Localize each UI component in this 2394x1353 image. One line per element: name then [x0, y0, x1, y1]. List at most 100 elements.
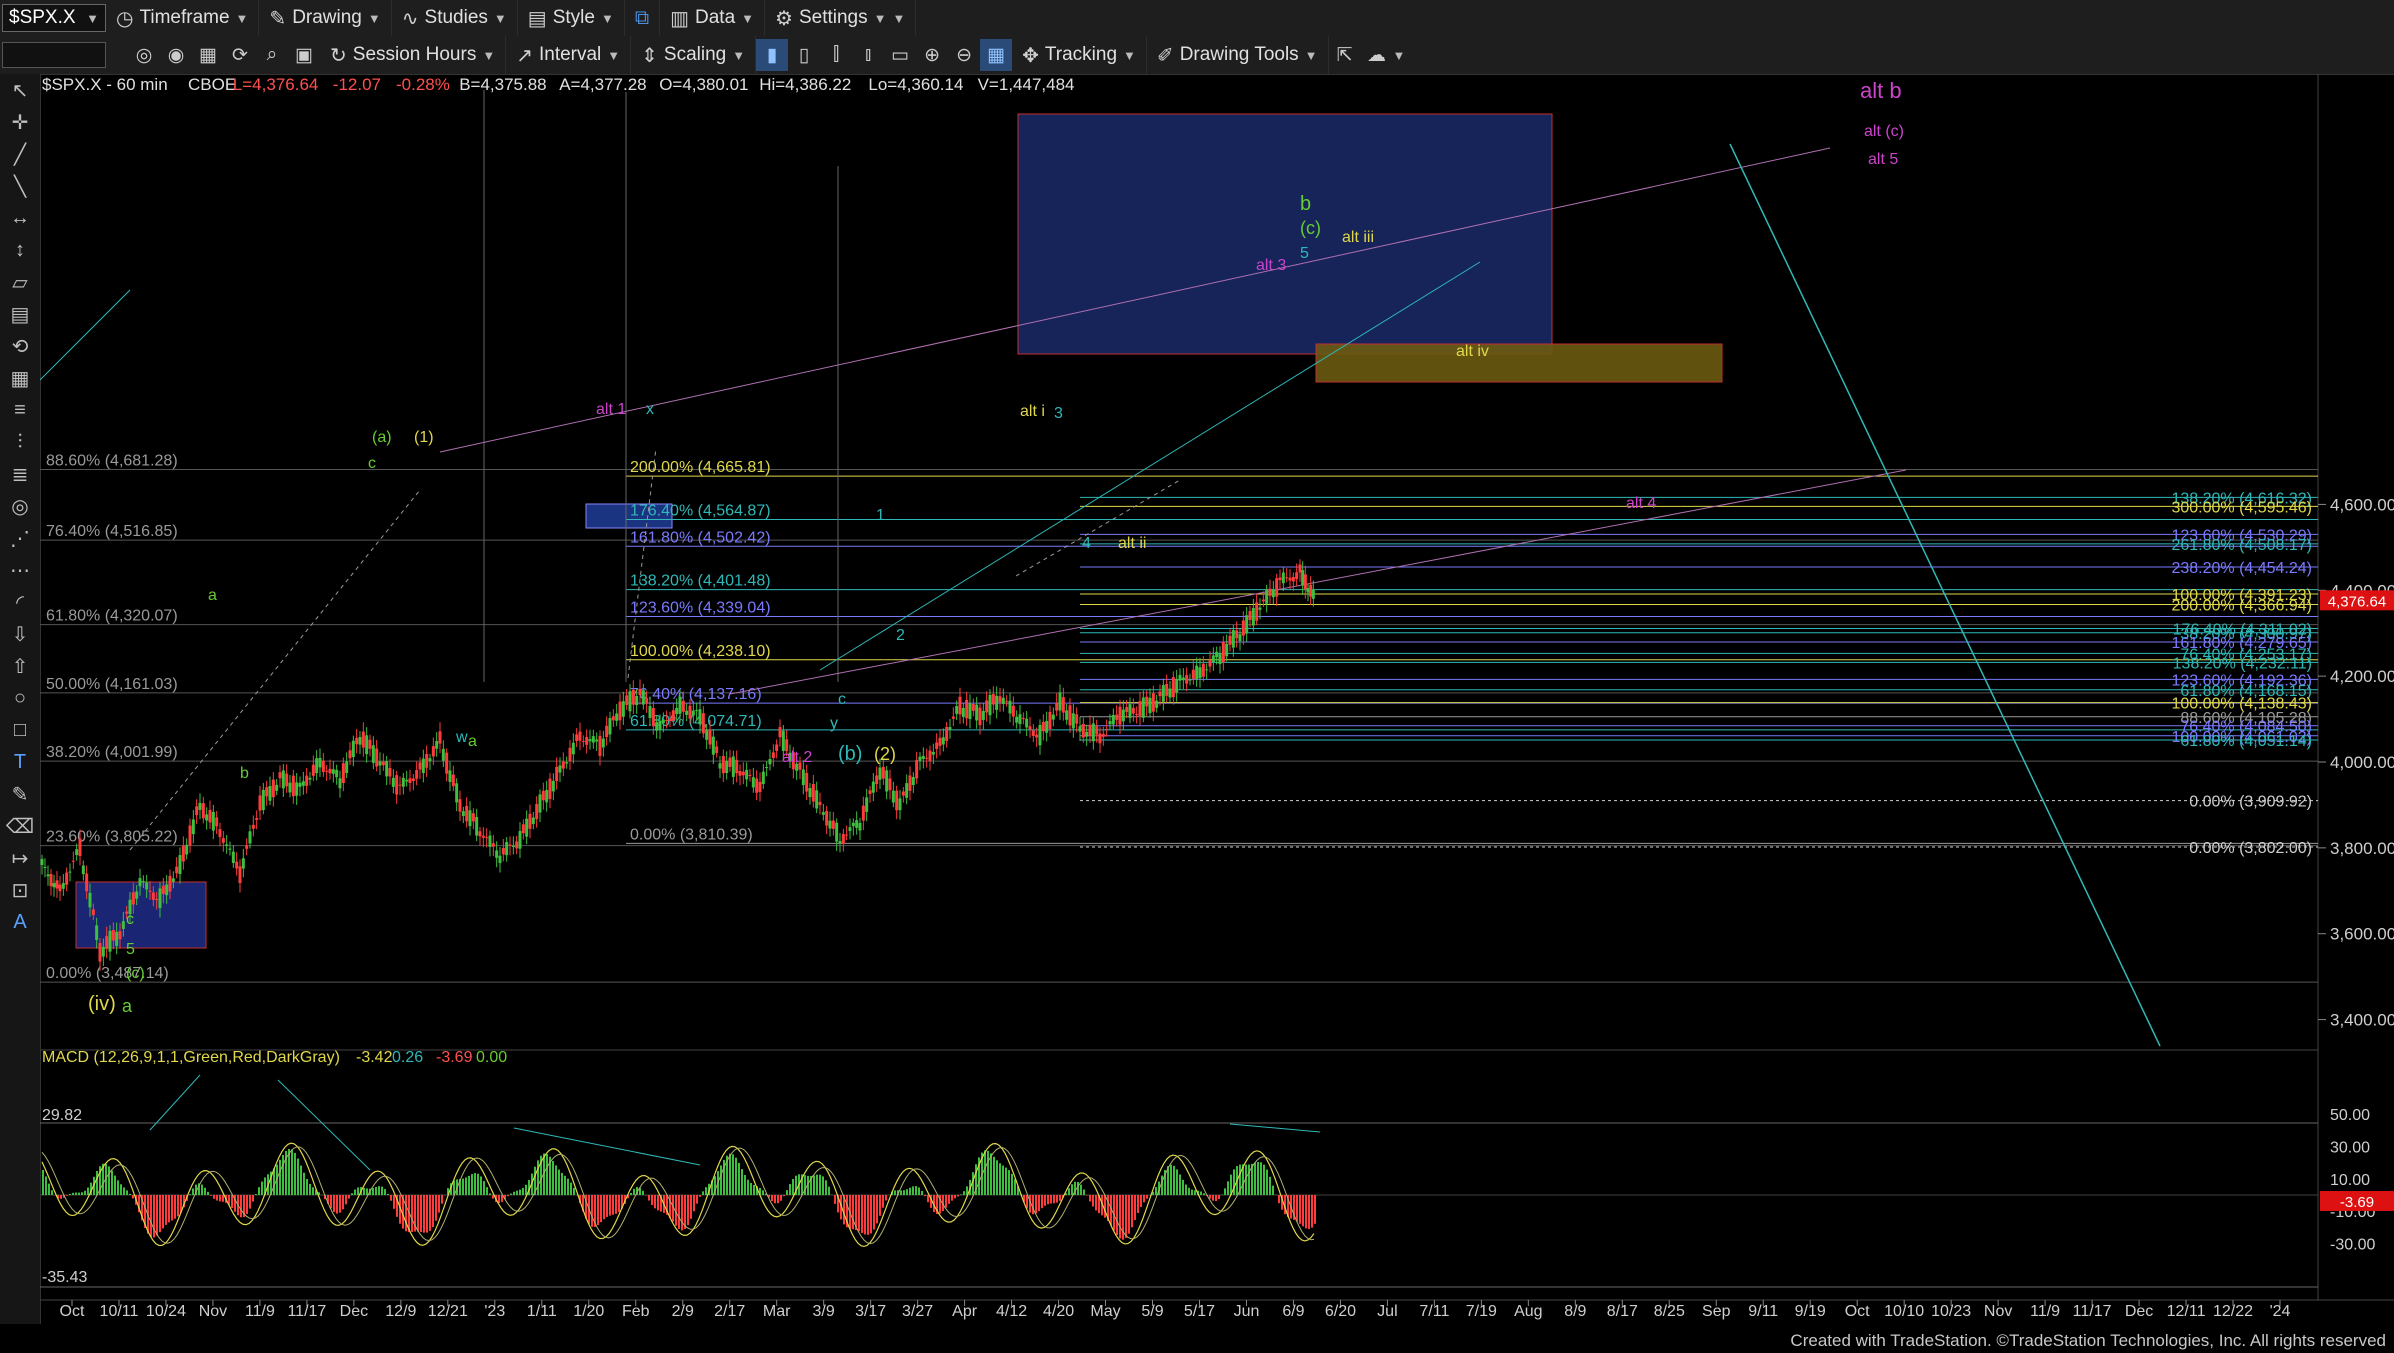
- grid-icon[interactable]: ▦: [980, 39, 1013, 71]
- vertical-line-icon[interactable]: ↕: [2, 234, 38, 266]
- zoom-in-icon[interactable]: ⊕: [916, 39, 948, 71]
- link-icon[interactable]: ◎: [128, 39, 160, 71]
- candle-body: [851, 822, 855, 827]
- candle-body: [905, 783, 909, 798]
- rectangle-icon[interactable]: □: [2, 714, 38, 746]
- timeframe-menu[interactable]: ◷ Timeframe ▼: [106, 0, 260, 36]
- arc-icon[interactable]: ◜: [2, 586, 38, 618]
- symbol-input[interactable]: $SPX.X ▼: [2, 4, 106, 32]
- macd-hist-bar: [789, 1184, 791, 1195]
- candle-body: [1138, 701, 1142, 716]
- spiral-icon[interactable]: ◎: [2, 490, 38, 522]
- tracking-menu[interactable]: ✥ Tracking ▼: [1012, 36, 1147, 74]
- studies-menu[interactable]: ∿ Studies ▼: [392, 0, 518, 36]
- ruler-icon[interactable]: ↦: [2, 842, 38, 874]
- magnet-icon[interactable]: ⊡: [2, 874, 38, 906]
- pencil-icon: ✎: [269, 7, 287, 30]
- price-chart[interactable]: 4,600.004,400.004,200.004,000.003,800.00…: [40, 74, 2394, 1353]
- zoom-out-icon[interactable]: ⊖: [948, 39, 980, 71]
- magnify-icon[interactable]: ⌕: [256, 39, 288, 71]
- interval-input[interactable]: [2, 42, 106, 68]
- drawing-menu[interactable]: ✎ Drawing ▼: [259, 0, 392, 36]
- chart-area[interactable]: 4,600.004,400.004,200.004,000.003,800.00…: [40, 74, 2394, 1353]
- macd-hist-bar: [420, 1195, 422, 1233]
- macd-hist-bar: [927, 1195, 929, 1203]
- candle-body: [1251, 608, 1255, 626]
- fib-icon[interactable]: ⟲: [2, 330, 38, 362]
- label-icon[interactable]: A: [2, 906, 38, 938]
- line-style-icon[interactable]: ⫾: [852, 39, 884, 71]
- channel-icon[interactable]: ▱: [2, 266, 38, 298]
- macd-hist-bar: [591, 1195, 593, 1227]
- scaling-menu[interactable]: ⇕ Scaling ▼: [631, 36, 757, 74]
- chat-icon[interactable]: ☁: [1361, 39, 1393, 71]
- style-menu[interactable]: ▤ Style ▼: [518, 0, 625, 36]
- candle-body: [1271, 589, 1275, 598]
- levels-icon[interactable]: ≣: [2, 458, 38, 490]
- gann-icon[interactable]: ▤: [2, 298, 38, 330]
- ray-icon[interactable]: ╲: [2, 170, 38, 202]
- screenshot-icon[interactable]: ▣: [288, 39, 320, 71]
- horizontal-line-icon[interactable]: ↔: [2, 202, 38, 234]
- bar-style-icon[interactable]: ⫿: [820, 39, 852, 71]
- x-tick-label: 8/17: [1607, 1303, 1638, 1320]
- fib-time-icon[interactable]: ⫶: [2, 426, 38, 458]
- macd-hist-bar: [570, 1182, 572, 1195]
- ohlc-style-icon[interactable]: ▯: [788, 39, 820, 71]
- crosshair-icon[interactable]: ✛: [2, 106, 38, 138]
- x-tick-label: 1/20: [573, 1303, 604, 1320]
- arrow-up-icon[interactable]: ⇧: [2, 650, 38, 682]
- ellipse-icon[interactable]: ○: [2, 682, 38, 714]
- drawing-tools-menu[interactable]: ✐ Drawing Tools ▼: [1147, 36, 1329, 74]
- trendline-icon[interactable]: ╱: [2, 138, 38, 170]
- clock-icon: ◷: [116, 7, 134, 30]
- pencil-icon[interactable]: ✎: [2, 778, 38, 810]
- macd-hist-bar: [1053, 1195, 1055, 1204]
- arrow-down-icon[interactable]: ⇩: [2, 618, 38, 650]
- x-tick-label: 8/9: [1564, 1303, 1586, 1320]
- chart-header-field: A=4,377.28: [559, 75, 646, 94]
- settings-menu[interactable]: ⚙ Settings ▼ ▼: [765, 0, 917, 36]
- macd-hist-bar: [510, 1193, 512, 1195]
- chevron-down-icon[interactable]: ▼: [1393, 48, 1406, 63]
- macd-hist-bar: [873, 1195, 875, 1230]
- macd-hist-bar: [438, 1195, 440, 1213]
- session-hours-menu[interactable]: ↻ Session Hours ▼: [320, 36, 507, 74]
- trendline: [129, 489, 421, 851]
- candle-body: [755, 778, 759, 793]
- data-menu[interactable]: ▥ Data ▼: [660, 0, 766, 36]
- x-tick-label: Nov: [1984, 1303, 2012, 1320]
- candle-body: [1028, 726, 1032, 730]
- candle-body: [1255, 602, 1259, 621]
- fib-extension-icon[interactable]: ≡: [2, 394, 38, 426]
- studies-label: Studies: [424, 7, 488, 28]
- macd-hist-bar: [255, 1194, 257, 1195]
- speed-lines-icon[interactable]: ⋰: [2, 522, 38, 554]
- candle-body: [545, 789, 549, 803]
- regression-icon[interactable]: ⋯: [2, 554, 38, 586]
- grid-icon[interactable]: ▦: [2, 362, 38, 394]
- candle-style-icon[interactable]: ▮: [756, 39, 789, 71]
- chevron-down-icon[interactable]: ▼: [86, 11, 99, 26]
- text-icon[interactable]: T: [2, 746, 38, 778]
- macd-hist-bar: [1269, 1176, 1271, 1195]
- candle-body: [201, 803, 205, 819]
- candle-body: [1141, 697, 1145, 718]
- more-icon[interactable]: ▼: [892, 11, 905, 26]
- calendar-icon[interactable]: ▦: [192, 39, 224, 71]
- macd-hist-bar: [1257, 1161, 1259, 1195]
- wave-label: 2: [896, 627, 905, 644]
- refresh-icon[interactable]: ⟳: [224, 39, 256, 71]
- export-icon[interactable]: ⇱: [1329, 39, 1361, 71]
- cursor-icon[interactable]: ↖: [2, 74, 38, 106]
- window-icon[interactable]: ▭: [884, 39, 916, 71]
- candle-body: [1248, 611, 1252, 620]
- candle-body: [585, 737, 589, 745]
- interval-menu[interactable]: ↗ Interval ▼: [506, 36, 632, 74]
- macd-y-tick: -30.00: [2330, 1237, 2375, 1254]
- eraser-icon[interactable]: ⌫: [2, 810, 38, 842]
- candle-body: [711, 736, 715, 755]
- candle-body: [241, 858, 245, 869]
- layout-button[interactable]: ⧉: [625, 0, 661, 36]
- link-group-icon[interactable]: ◉: [160, 39, 192, 71]
